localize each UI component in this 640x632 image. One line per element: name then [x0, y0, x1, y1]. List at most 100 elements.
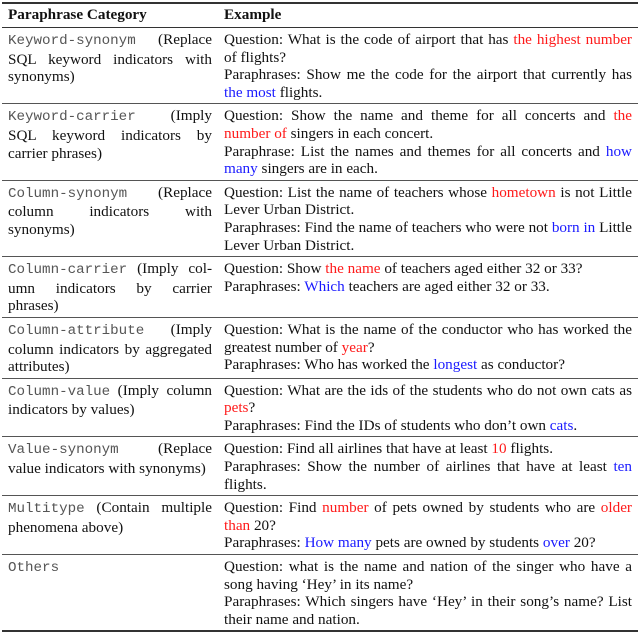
- table-row: Multitype (Contain multiple phenomena ab…: [2, 495, 638, 556]
- example-paraphrase: Paraphrases: Find the name of teachers w…: [224, 219, 632, 254]
- example-question: Question: What is the name of the conduc…: [224, 321, 632, 356]
- paraphrase-highlight: How many: [304, 534, 372, 552]
- example-question: Question: What are the ids of the studen…: [224, 382, 632, 417]
- question-highlight: 10: [491, 440, 507, 458]
- example-cell: Question: What is the code of airport th…: [218, 27, 638, 105]
- example-text: Question: List the name of teachers whos…: [224, 183, 492, 201]
- example-text: Paraphrases:: [224, 534, 305, 552]
- example-text: Paraphrases: Who has worked the: [224, 356, 434, 374]
- table-row: Keyword-synonym (Replace SQL keyword ind…: [2, 27, 638, 105]
- table-row: Column-value (Imply column indicators by…: [2, 378, 638, 438]
- example-text: Paraphrases: Show the number of airlines…: [224, 458, 614, 476]
- table-row: Column-attribute (Imply column indicator…: [2, 317, 638, 379]
- example-text: as conductor?: [477, 356, 565, 374]
- example-text: teachers are aged either 32 or 33.: [344, 277, 550, 295]
- header-paraphrase-category: Paraphrase Category: [2, 2, 218, 28]
- table-row: Keyword-carrier (Imply SQL keyword indic…: [2, 103, 638, 181]
- category-name: Column-carrier: [8, 262, 128, 279]
- example-question: Question: List the name of teachers whos…: [224, 184, 632, 219]
- category-name: Others: [8, 560, 60, 577]
- example-paraphrase: Paraphrases: Which singers have ‘Hey’ in…: [224, 593, 632, 628]
- question-highlight: hometown: [491, 183, 556, 201]
- example-text: ?: [367, 338, 375, 356]
- example-text: Question: What are the ids of the studen…: [224, 381, 632, 399]
- example-text: Paraphrases: Which singers have ‘Hey’ in…: [224, 593, 632, 628]
- table-row: Column-synonym (Replace column indicator…: [2, 180, 638, 258]
- paraphrase-highlight: over: [542, 534, 570, 552]
- category-name: Column-synonym: [8, 185, 128, 202]
- example-text: Paraphrases: Show me the code for the ai…: [224, 66, 632, 84]
- paraphrase-highlight: ten: [613, 458, 632, 476]
- category-name: Value-synonym: [8, 442, 119, 459]
- example-text: flights.: [224, 475, 267, 493]
- category-name: Keyword-synonym: [8, 33, 136, 49]
- table-row: Column-carrier (Imply col­umn indicators…: [2, 256, 638, 318]
- example-paraphrase: Paraphrases: How many pets are owned by …: [224, 534, 632, 552]
- category-cell: Multitype (Contain multiple phenomena ab…: [2, 495, 218, 556]
- example-text: of pets owned by students who are: [368, 499, 601, 517]
- question-highlight: pets: [224, 399, 249, 417]
- example-text: singers in each concert.: [286, 124, 434, 142]
- example-paraphrase: Paraphrases: Show the number of airlines…: [224, 458, 632, 493]
- paraphrase-category-table: Paraphrase Category Example Keyword-syno…: [2, 2, 638, 632]
- paraphrase-highlight: born in: [551, 218, 596, 236]
- question-highlight: year: [341, 338, 368, 356]
- example-question: Question: Show the name of teachers aged…: [224, 260, 632, 278]
- example-text: 20?: [569, 534, 596, 552]
- example-text: Paraphrase: List the names and themes fo…: [224, 142, 606, 160]
- category-name: Multitype: [8, 501, 85, 518]
- category-cell: Column-synonym (Replace column indicator…: [2, 180, 218, 258]
- category-cell: Keyword-carrier (Imply SQL keyword indic…: [2, 103, 218, 181]
- example-text: Question: Find: [224, 499, 323, 517]
- example-text: Question: Show the name and theme for al…: [224, 107, 614, 125]
- example-text: Question: Show: [224, 260, 326, 278]
- example-text: flights.: [506, 440, 554, 458]
- category-cell: Keyword-synonym (Replace SQL keyword ind…: [2, 27, 218, 105]
- table-body: Keyword-synonym (Replace SQL keyword ind…: [2, 27, 638, 632]
- example-question: Question: Find number of pets owned by s…: [224, 499, 632, 534]
- example-text: ?: [248, 399, 256, 417]
- example-paraphrase: Paraphrases: Find the IDs of students wh…: [224, 417, 632, 435]
- example-text: flights.: [275, 83, 323, 101]
- example-text: Question: What is the code of airport th…: [224, 31, 514, 48]
- example-text: Paraphrases: Find the name of teachers w…: [224, 218, 552, 236]
- example-text: singers are in each.: [257, 160, 378, 178]
- example-question: Question: What is the code of airport th…: [224, 31, 632, 66]
- example-cell: Question: Find number of pets owned by s…: [218, 495, 638, 556]
- example-text: Question: Find all airlines that have at…: [224, 440, 492, 458]
- paraphrase-highlight: longest: [433, 356, 478, 374]
- example-cell: Question: List the name of teachers whos…: [218, 180, 638, 258]
- example-text: Paraphrases:: [224, 277, 305, 295]
- paraphrase-highlight: cats: [549, 416, 574, 434]
- category-name: Column-value: [8, 383, 111, 400]
- question-highlight: the highest number: [513, 31, 632, 48]
- paraphrase-highlight: the most: [224, 83, 276, 101]
- example-paraphrase: Paraphrases: Who has worked the longest …: [224, 356, 632, 374]
- example-question: Question: Find all airlines that have at…: [224, 440, 632, 458]
- example-question: Question: Show the name and theme for al…: [224, 107, 632, 142]
- question-highlight: number: [322, 499, 369, 517]
- example-cell: Question: Show the name of teachers aged…: [218, 256, 638, 318]
- table-row: Value-synonym (Replace value indicators …: [2, 436, 638, 497]
- example-cell: Question: What are the ids of the studen…: [218, 378, 638, 438]
- example-text: of teachers aged either 32 or 33?: [380, 260, 583, 278]
- example-text: of flights?: [224, 48, 287, 66]
- example-text: 20?: [250, 516, 276, 534]
- category-name: Keyword-carrier: [8, 109, 136, 126]
- example-paraphrase: Paraphrases: Show me the code for the ai…: [224, 66, 632, 101]
- category-cell: Others: [2, 554, 218, 632]
- example-text: Question: what is the name and nation of…: [224, 558, 632, 593]
- example-cell: Question: What is the name of the conduc…: [218, 317, 638, 379]
- table-row: Others Question: what is the name and nat…: [2, 554, 638, 632]
- example-cell: Question: Find all airlines that have at…: [218, 436, 638, 497]
- example-cell: Question: what is the name and nation of…: [218, 554, 638, 632]
- example-text: Question: What is the name of the conduc…: [224, 320, 632, 356]
- example-paraphrase: Paraphrase: List the names and themes fo…: [224, 143, 632, 178]
- category-cell: Column-attribute (Imply column indicator…: [2, 317, 218, 379]
- example-text: .: [573, 416, 578, 434]
- category-cell: Column-value (Imply column indicators by…: [2, 378, 218, 438]
- category-name: Column-attribute: [8, 322, 145, 339]
- question-highlight: the name: [325, 260, 381, 278]
- category-cell: Column-carrier (Imply col­umn indicators…: [2, 256, 218, 318]
- example-cell: Question: Show the name and theme for al…: [218, 103, 638, 181]
